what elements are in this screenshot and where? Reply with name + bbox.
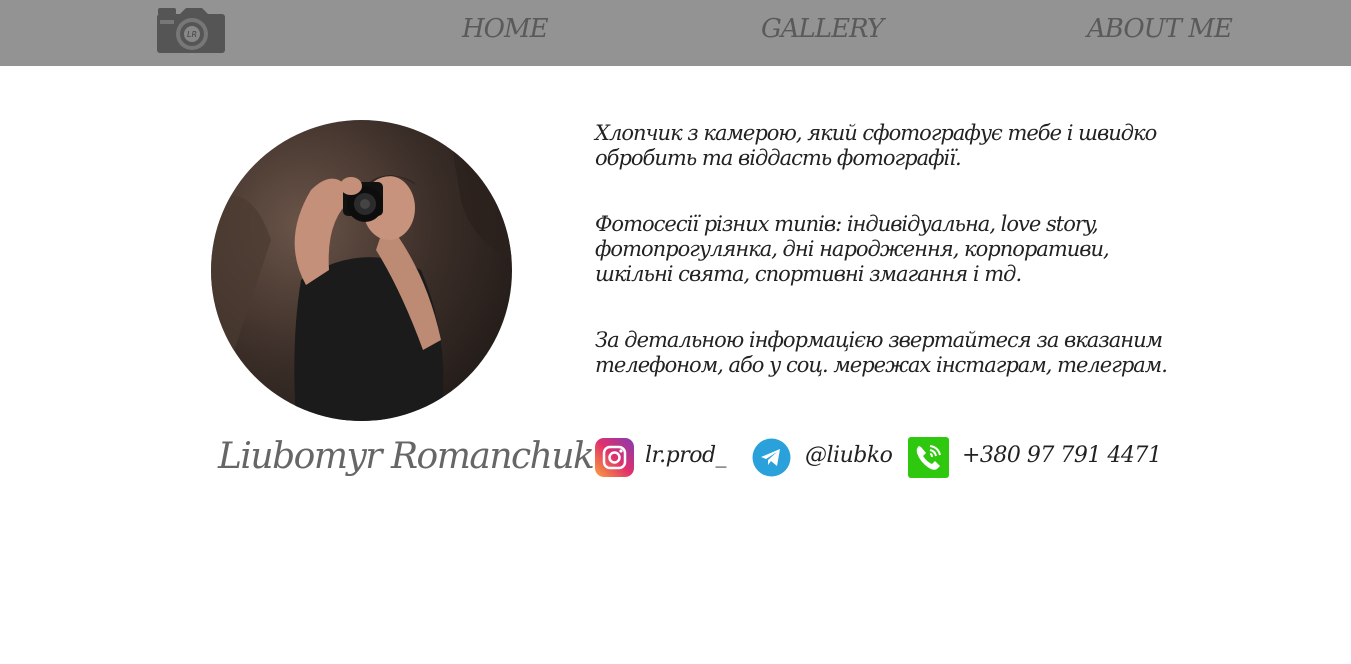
about-paragraph-contact: За детальною інформацією звертайтеся за … bbox=[595, 328, 1168, 377]
profile-photo bbox=[211, 120, 512, 421]
about-paragraph-services: Фотосесії різних типів: індивідуальна, l… bbox=[595, 212, 1110, 286]
profile-name: Liubomyr Romanchuk bbox=[218, 436, 595, 477]
top-nav-bar: LR HOME GALLERY ABOUT ME bbox=[0, 0, 1351, 66]
phone-icon[interactable] bbox=[908, 437, 949, 478]
telegram-handle[interactable]: @liubko bbox=[805, 443, 893, 468]
about-paragraph-intro: Хлопчик з камерою, який сфотографує тебе… bbox=[595, 121, 1157, 170]
phone-number[interactable]: +380 97 791 4471 bbox=[962, 443, 1162, 468]
svg-text:LR: LR bbox=[187, 30, 197, 39]
nav-home-link[interactable]: HOME bbox=[462, 14, 549, 44]
camera-icon[interactable]: LR bbox=[156, 6, 226, 54]
instagram-handle[interactable]: lr.prod_ bbox=[645, 443, 727, 468]
nav-about-link[interactable]: ABOUT ME bbox=[1087, 14, 1233, 44]
nav-gallery-link[interactable]: GALLERY bbox=[761, 14, 884, 44]
instagram-icon[interactable] bbox=[595, 438, 634, 477]
telegram-icon[interactable] bbox=[752, 438, 791, 477]
